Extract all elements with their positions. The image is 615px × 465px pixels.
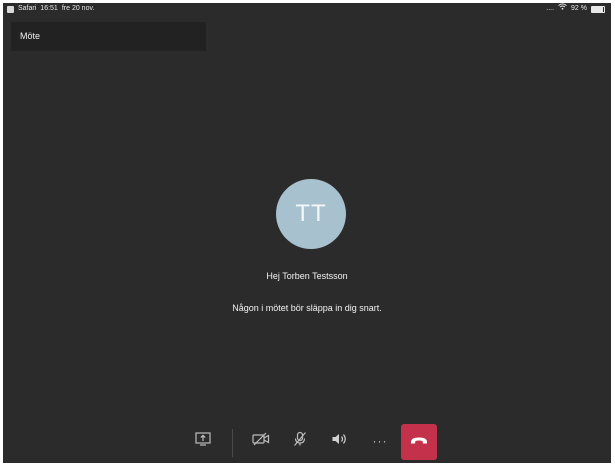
video-off-icon [252,432,270,451]
avatar: TT [276,179,346,249]
meeting-screen: Safari 16:51 fre 20 nov. .... 92 % Möte … [3,3,611,463]
more-icon: ··· [372,434,388,448]
back-to-app-icon[interactable] [7,5,14,13]
battery-percent: 92 % [571,5,587,12]
toolbar-divider [232,429,233,457]
mic-toggle-button[interactable] [288,431,312,451]
status-time: 16:51 [40,5,58,12]
hang-up-icon [410,433,428,451]
speaker-icon [331,432,349,451]
lobby-wait-message: Någon i mötet bör släppa in dig snart. [232,303,382,313]
battery-icon [591,5,605,13]
speaker-button[interactable] [328,431,352,451]
greeting-text: Hej Torben Testsson [266,271,348,281]
camera-toggle-button[interactable] [249,431,273,451]
status-left: Safari 16:51 fre 20 nov. [7,3,94,15]
status-app-name: Safari [18,5,37,12]
more-options-button[interactable]: ··· [368,431,392,451]
battery-fill [592,6,604,12]
mic-off-icon [292,431,308,452]
status-right: .... 92 % [546,3,605,15]
call-toolbar: ··· [3,423,611,463]
share-tray-icon [195,431,211,451]
share-button[interactable] [191,431,215,451]
meeting-title: Möte [11,22,206,51]
signal-indicator: .... [546,5,555,12]
status-date: fre 20 nov. [61,5,95,12]
hang-up-button[interactable] [401,424,437,460]
wifi-icon [558,3,567,15]
status-bar: Safari 16:51 fre 20 nov. .... 92 % [3,3,611,15]
